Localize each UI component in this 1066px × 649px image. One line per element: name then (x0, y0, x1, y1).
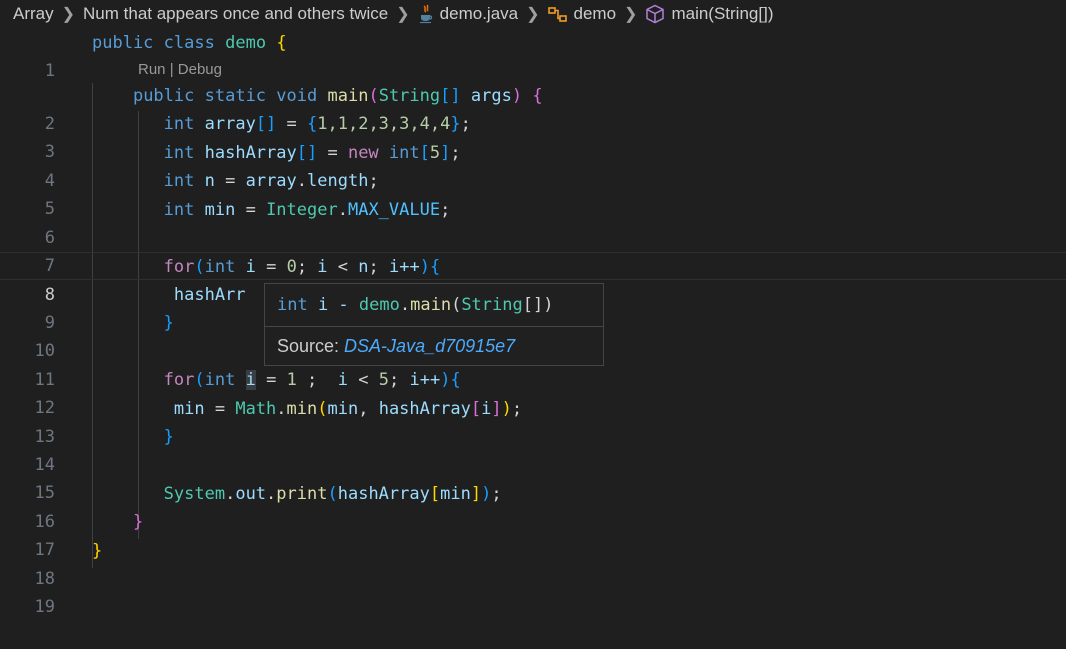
token: i (317, 257, 328, 277)
token: print (276, 484, 328, 504)
token: length (307, 171, 369, 191)
line-number: 19 (34, 597, 55, 617)
code-line: 6 int min = Integer.MAX_VALUE; (0, 196, 1066, 248)
token: 5 (378, 370, 389, 390)
breadcrumb-item-method[interactable]: main(String[]) (643, 4, 775, 24)
token: int (204, 370, 236, 390)
breadcrumb-item-file[interactable]: demo.java (416, 4, 520, 24)
token: i (481, 399, 492, 419)
breadcrumb-label: Num that appears once and others twice (83, 4, 389, 23)
token: public (132, 86, 195, 106)
line-number: 1 (44, 61, 55, 81)
run-codelens-link[interactable]: Run (138, 61, 166, 78)
token: args (470, 86, 512, 106)
hover-source: Source: DSA-Java_d70915e7 (277, 333, 515, 359)
token: String (378, 86, 441, 106)
breadcrumb-label: main(String[]) (671, 4, 774, 23)
breadcrumb-label: demo (573, 4, 617, 23)
token: array (204, 114, 256, 134)
token: 5 (429, 143, 441, 163)
code-line: 3 int array[] = {1,1,2,3,3,4,4}; (0, 110, 1066, 162)
token: int (163, 200, 195, 220)
java-file-icon (418, 4, 434, 24)
token: int (204, 257, 236, 277)
token: 1,1,2,3,3,4,4 (317, 114, 451, 134)
code-line: 5 int n = array.length; (0, 167, 1066, 219)
token: MAX_VALUE (347, 200, 441, 220)
token: min (173, 399, 205, 419)
token: min (440, 484, 471, 504)
token: public (92, 33, 154, 53)
token: i (245, 257, 256, 277)
breadcrumb: Array ❯ Num that appears once and others… (0, 0, 1066, 28)
token: int (163, 171, 195, 191)
token: out (235, 484, 267, 504)
code-line: 14 } (0, 423, 1066, 475)
token: i++ (409, 370, 441, 390)
token: for (163, 370, 195, 390)
hover-signature: int i - demo.main(String[]) (277, 295, 554, 315)
token: 1 (286, 370, 297, 390)
code-line: 12 for(int i = 1 ; i < 5; i++){ (0, 366, 1066, 418)
code-line: 13 min = Math.min(min, hashArray[i]); (0, 395, 1066, 447)
code-line: 19 (0, 565, 1066, 617)
code-line: 7 (0, 224, 1066, 276)
token: static (204, 86, 267, 106)
codelens: Run | Debug (138, 58, 222, 82)
token: Integer (266, 200, 338, 220)
token: hashArr (173, 285, 246, 305)
hover-divider (265, 326, 603, 327)
source-link[interactable]: DSA-Java_d70915e7 (344, 336, 515, 356)
code-line: 4 int hashArray[] = new int[5]; (0, 139, 1066, 191)
token: void (276, 86, 318, 106)
token: int (163, 114, 195, 134)
token: i (337, 370, 349, 390)
codelens-separator: | (165, 61, 178, 78)
chevron-right-icon: ❯ (396, 6, 410, 23)
code-line: 1 public class demo { (0, 29, 1066, 81)
code-line: 2 public static void main(String[] args)… (0, 82, 1066, 134)
token: hashArray (204, 143, 297, 163)
token: Math (235, 399, 277, 419)
token: i++ (389, 257, 420, 277)
token: n (204, 171, 215, 191)
token: hashArray (378, 399, 471, 419)
source-label: Source: (277, 336, 345, 356)
code-line: 18 } (0, 537, 1066, 589)
code-line: 17 } (0, 508, 1066, 560)
method-cube-icon (645, 4, 665, 24)
chevron-right-icon: ❯ (526, 6, 540, 23)
token: min (327, 399, 359, 419)
token: hashArray (337, 484, 430, 504)
token: for (163, 257, 195, 277)
token: min (204, 200, 236, 220)
token: int (163, 143, 195, 163)
code-line-current: 8 for(int i = 0; i < n; i++){ (0, 252, 1066, 305)
debug-codelens-link[interactable]: Debug (178, 61, 222, 78)
chevron-right-icon: ❯ (624, 6, 638, 23)
token: demo (225, 33, 267, 53)
breadcrumb-item-class[interactable]: demo (546, 4, 619, 24)
breadcrumb-label: demo.java (439, 4, 519, 23)
hovered-token[interactable]: i (245, 370, 256, 390)
class-icon (547, 5, 568, 23)
code-line: 15 (0, 451, 1066, 503)
hover-tooltip: int i - demo.main(String[]) Source: DSA-… (264, 283, 604, 366)
token: int (388, 143, 420, 163)
token: class (163, 33, 215, 53)
breadcrumb-item-folder-num[interactable]: Num that appears once and others twice (81, 4, 390, 24)
breadcrumb-item-folder-array[interactable]: Array (0, 4, 56, 24)
chevron-right-icon: ❯ (61, 6, 76, 23)
token: new (347, 143, 379, 163)
token: System (163, 484, 226, 504)
token: array (245, 171, 297, 191)
token: min (286, 399, 318, 419)
token: n (358, 257, 369, 277)
token: 0 (286, 257, 297, 277)
code-line: 16 System.out.print(hashArray[min]); (0, 480, 1066, 532)
breadcrumb-label: Array (13, 4, 54, 23)
token: { (276, 33, 287, 53)
token: main (327, 86, 369, 106)
